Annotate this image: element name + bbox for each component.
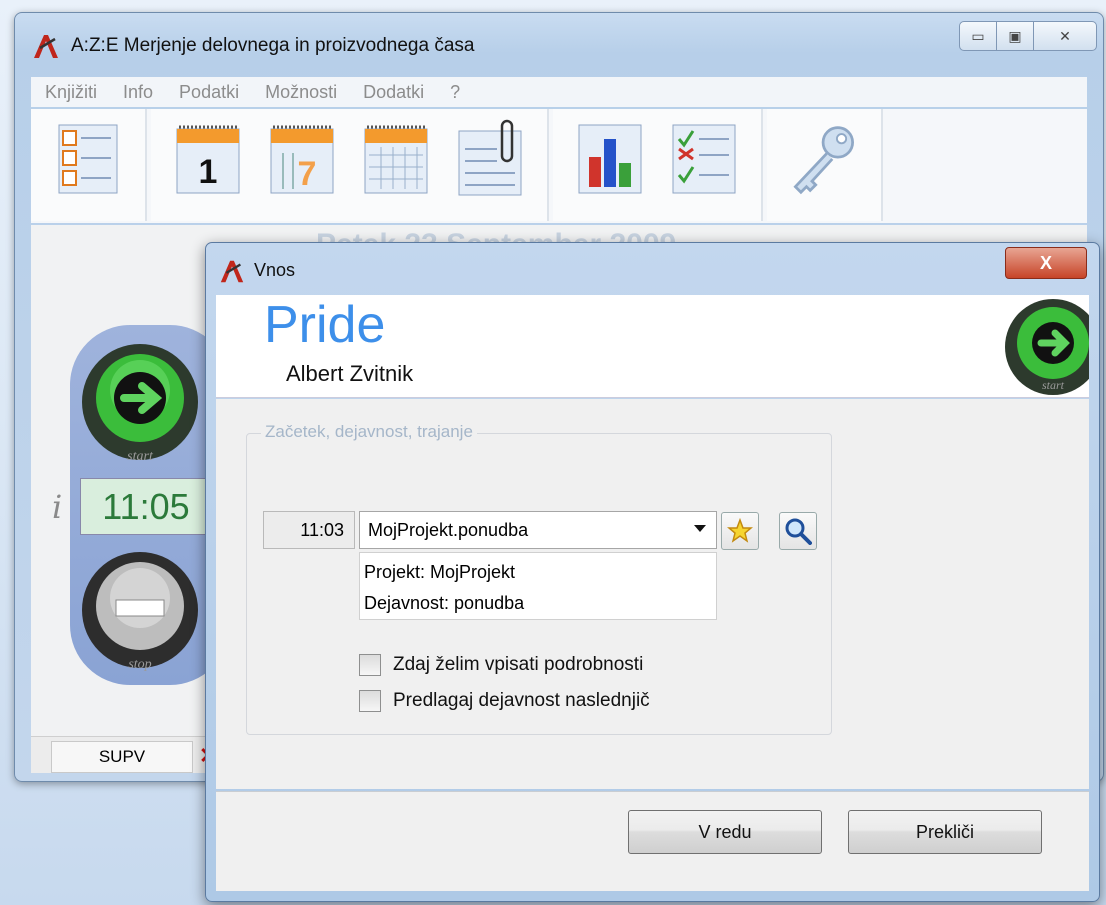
start-activity-group: Začetek, dejavnost, trajanje 11:03 MojPr… (246, 422, 832, 735)
stop-bar-icon (115, 599, 165, 617)
checklist-icon (672, 124, 736, 194)
dialog-close-button[interactable]: X (1005, 247, 1087, 279)
menu-info[interactable]: Info (109, 82, 165, 103)
menu-podatki[interactable]: Podatki (165, 82, 251, 103)
entry-dialog: Vnos X Pride Albert Zvitnik start Začete… (205, 242, 1100, 902)
month-view-button[interactable] (360, 117, 432, 201)
close-icon: ✕ (1059, 27, 1071, 44)
dialog-body: Začetek, dejavnost, trajanje 11:03 MojPr… (216, 399, 1089, 789)
suggest-checkbox-label[interactable]: Predlagaj dejavnost naslednjič (393, 690, 650, 712)
menu-knjiziti[interactable]: Knjižiti (31, 82, 109, 103)
minimize-icon: ▭ (971, 27, 985, 44)
dialog-header: Pride Albert Zvitnik start (216, 295, 1089, 398)
menu-dodatki[interactable]: Dodatki (349, 82, 436, 103)
info-activity-line: Dejavnost: ponudba (364, 593, 525, 613)
bar-chart-icon (578, 124, 642, 194)
dialog-logo-icon (220, 260, 244, 283)
toolbar-group-license (767, 109, 883, 221)
maximize-button[interactable]: ▣ (996, 21, 1034, 51)
key-icon (793, 126, 854, 195)
header-start-icon: start (1005, 299, 1089, 395)
maximize-icon: ▣ (1008, 27, 1022, 44)
activity-info-box: Projekt: MojProjekt Dejavnost: ponudba (359, 552, 717, 620)
app-logo-icon (34, 35, 58, 58)
details-checkbox-row[interactable]: Zdaj želim vpisati podrobnosti (359, 654, 643, 676)
window-title: A:Z:E Merjenje delovnega in proizvodnega… (71, 35, 475, 56)
clock-display: 11:05 (80, 478, 212, 535)
toolbar-group-list (31, 109, 147, 221)
calendar-day-number: 1 (199, 153, 218, 191)
calendar-week-icon: 7 (270, 125, 334, 194)
menu-moznosti[interactable]: Možnosti (251, 82, 349, 103)
dialog-title: Vnos (254, 260, 296, 280)
calendar-day-icon: 1 (176, 125, 240, 194)
week-view-button[interactable]: 7 (266, 117, 338, 201)
calendar-month-icon (364, 125, 428, 194)
calendar-week-number: 7 (298, 155, 317, 193)
stop-caption: stop (128, 657, 151, 672)
header-start-caption: start (1042, 378, 1065, 392)
close-icon: X (1039, 252, 1052, 273)
cancel-button[interactable]: Prekliči (848, 810, 1042, 854)
search-button[interactable] (779, 512, 817, 550)
dialog-footer: V redu Prekliči (216, 791, 1089, 891)
toolbar: 1 7 (31, 109, 1087, 223)
license-button[interactable] (788, 117, 860, 201)
toolbar-group-reports (553, 109, 763, 221)
start-caption: start (127, 449, 154, 464)
start-button[interactable]: start (80, 340, 200, 464)
favorite-button[interactable] (721, 512, 759, 550)
search-icon (785, 518, 812, 545)
notes-button[interactable] (454, 117, 526, 201)
info-project-line: Projekt: MojProjekt (364, 562, 516, 582)
day-view-button[interactable]: 1 (172, 117, 244, 201)
suggest-checkbox[interactable] (359, 690, 381, 712)
details-checkbox-label[interactable]: Zdaj želim vpisati podrobnosti (393, 654, 643, 676)
menu-bar: Knjižiti Info Podatki Možnosti Dodatki ? (31, 77, 1087, 107)
menu-help[interactable]: ? (436, 82, 472, 103)
statistics-button[interactable] (574, 117, 646, 201)
title-bar[interactable]: A:Z:E Merjenje delovnega in proizvodnega… (15, 13, 1103, 65)
suggest-checkbox-row[interactable]: Predlagaj dejavnost naslednjič (359, 690, 650, 712)
star-icon (727, 518, 753, 543)
close-button[interactable]: ✕ (1033, 21, 1097, 51)
minimize-button[interactable]: ▭ (959, 21, 997, 51)
status-user-cell: SUPV (51, 741, 193, 773)
group-label: Začetek, dejavnost, trajanje (261, 422, 477, 442)
toolbar-group-calendar: 1 7 (151, 109, 549, 221)
stop-button[interactable]: stop (80, 548, 200, 672)
start-time-field[interactable]: 11:03 (263, 511, 355, 549)
header-title: Pride (264, 296, 386, 354)
tasks-button[interactable] (668, 117, 740, 201)
info-icon[interactable]: i (52, 488, 62, 526)
chevron-down-icon[interactable] (694, 525, 706, 532)
clipboard-attachment-icon (458, 119, 522, 196)
activity-select-value: MojProjekt.ponudba (368, 519, 529, 540)
list-button[interactable] (52, 117, 124, 201)
list-numbered-icon (58, 124, 118, 194)
header-user-name: Albert Zvitnik (286, 361, 414, 386)
ok-button[interactable]: V redu (628, 810, 822, 854)
activity-select[interactable]: MojProjekt.ponudba (359, 511, 717, 549)
details-checkbox[interactable] (359, 654, 381, 676)
